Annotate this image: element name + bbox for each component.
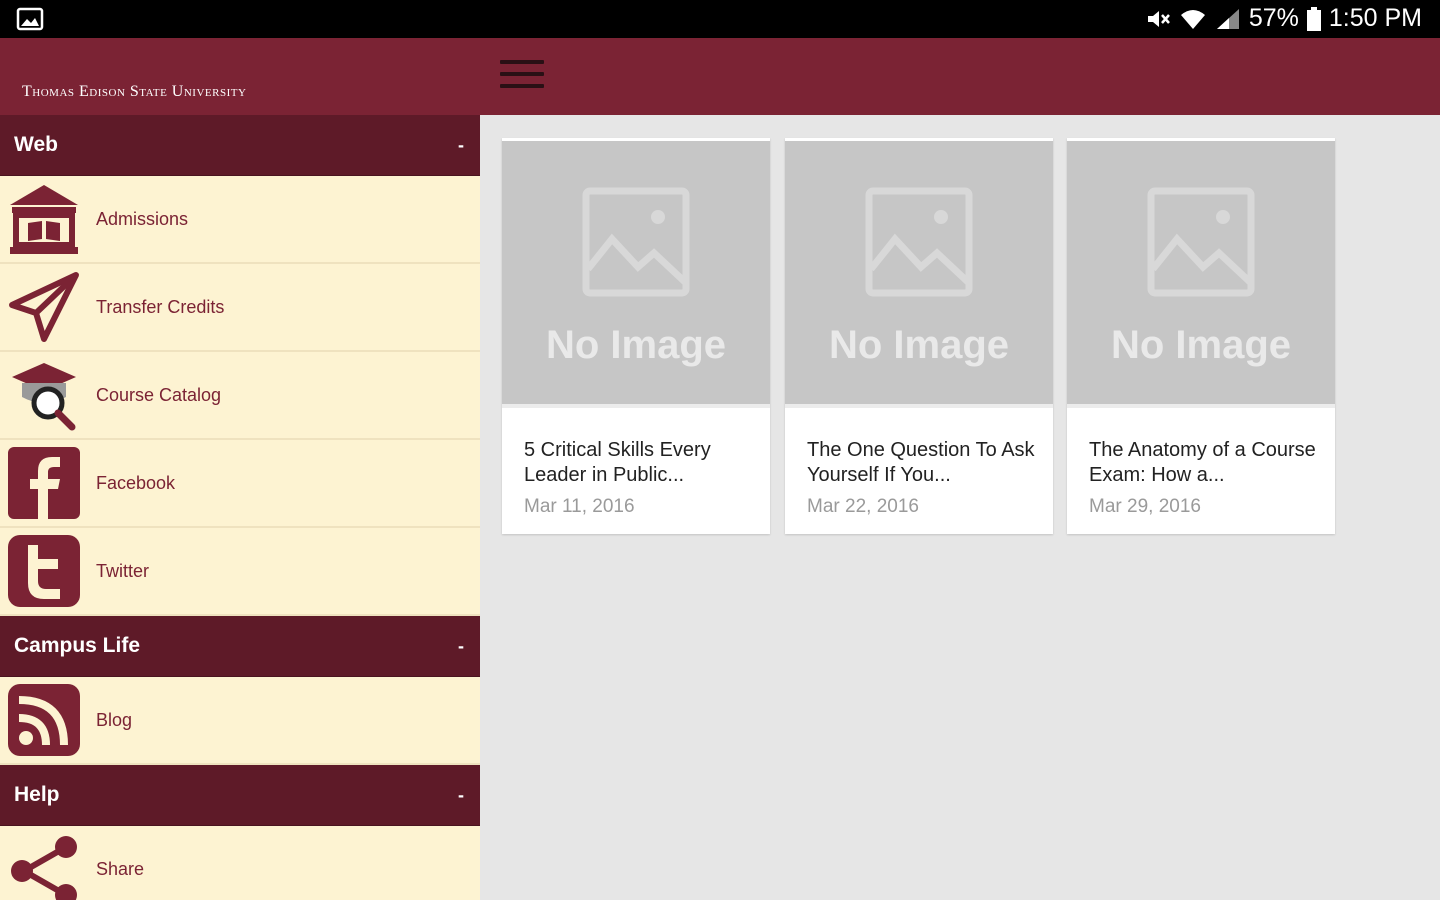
image-icon	[16, 7, 44, 36]
drawer-item-label: Share	[96, 858, 145, 879]
placeholder-image: No Image	[785, 141, 1053, 408]
section-title: Web	[14, 133, 58, 156]
image-placeholder-icon	[1147, 187, 1255, 297]
section-header-help[interactable]: Help -	[0, 765, 480, 826]
article-date: Mar 22, 2016	[807, 496, 919, 517]
drawer-item-label: Blog	[96, 709, 133, 730]
facebook-icon	[4, 443, 84, 523]
clock: 1:50 PM	[1328, 4, 1422, 32]
wifi-icon	[1179, 7, 1207, 31]
drawer-item-share[interactable]: Share	[0, 826, 480, 900]
building-icon	[4, 179, 84, 259]
image-placeholder-icon	[865, 187, 973, 297]
section-title: Help	[14, 783, 60, 806]
drawer-item-label: Twitter	[96, 560, 150, 581]
image-placeholder-icon	[582, 187, 690, 297]
section-header-web[interactable]: Web -	[0, 115, 480, 176]
article-title: The Anatomy of a Course Exam: How a...	[1089, 439, 1316, 486]
collapse-toggle[interactable]: -	[458, 785, 464, 806]
graduation-search-icon	[4, 355, 84, 435]
placeholder-image: No Image	[502, 141, 770, 408]
section-header-campus-life[interactable]: Campus Life -	[0, 616, 480, 677]
article-card[interactable]: No Image The One Question To Ask Yoursel…	[785, 138, 1053, 534]
article-title: The One Question To Ask Yourself If You.…	[807, 439, 1035, 486]
no-image-label: No Image	[828, 323, 1010, 367]
mute-icon	[1145, 7, 1171, 31]
drawer-item-facebook[interactable]: Facebook	[0, 440, 480, 528]
app-bar	[0, 38, 1440, 115]
no-image-label: No Image	[545, 323, 727, 367]
twitter-icon	[4, 531, 84, 611]
collapse-toggle[interactable]: -	[458, 636, 464, 657]
drawer-item-transfer-credits[interactable]: Transfer Credits	[0, 264, 480, 352]
article-date: Mar 11, 2016	[524, 496, 635, 517]
drawer-item-label: Facebook	[96, 472, 176, 493]
signal-icon	[1215, 7, 1241, 31]
drawer-item-label: Transfer Credits	[96, 296, 225, 317]
hamburger-icon[interactable]	[500, 60, 544, 90]
drawer-item-label: Course Catalog	[96, 384, 222, 405]
rss-icon	[4, 680, 84, 760]
share-icon	[4, 829, 84, 900]
paper-plane-icon	[4, 267, 84, 347]
article-card[interactable]: No Image 5 Critical Skills Every Leader …	[502, 138, 770, 534]
status-bar: 57% 1:50 PM	[0, 0, 1440, 38]
article-card[interactable]: No Image The Anatomy of a Course Exam: H…	[1067, 138, 1335, 534]
article-date: Mar 29, 2016	[1089, 496, 1201, 517]
drawer-item-blog[interactable]: Blog	[0, 677, 480, 765]
battery-icon	[1306, 6, 1321, 31]
placeholder-image: No Image	[1067, 141, 1335, 408]
navigation-drawer: Web - Admissions Transfer Credits Course…	[0, 115, 480, 900]
drawer-item-course-catalog[interactable]: Course Catalog	[0, 352, 480, 440]
battery-percent: 57%	[1248, 4, 1299, 32]
university-logo: Thomas Edison State University	[22, 83, 247, 100]
no-image-label: No Image	[1110, 323, 1292, 367]
drawer-item-label: Admissions	[96, 208, 189, 229]
drawer-item-admissions[interactable]: Admissions	[0, 176, 480, 264]
section-title: Campus Life	[14, 634, 141, 657]
article-title: 5 Critical Skills Every Leader in Public…	[524, 439, 711, 486]
collapse-toggle[interactable]: -	[458, 135, 464, 156]
drawer-item-twitter[interactable]: Twitter	[0, 528, 480, 616]
